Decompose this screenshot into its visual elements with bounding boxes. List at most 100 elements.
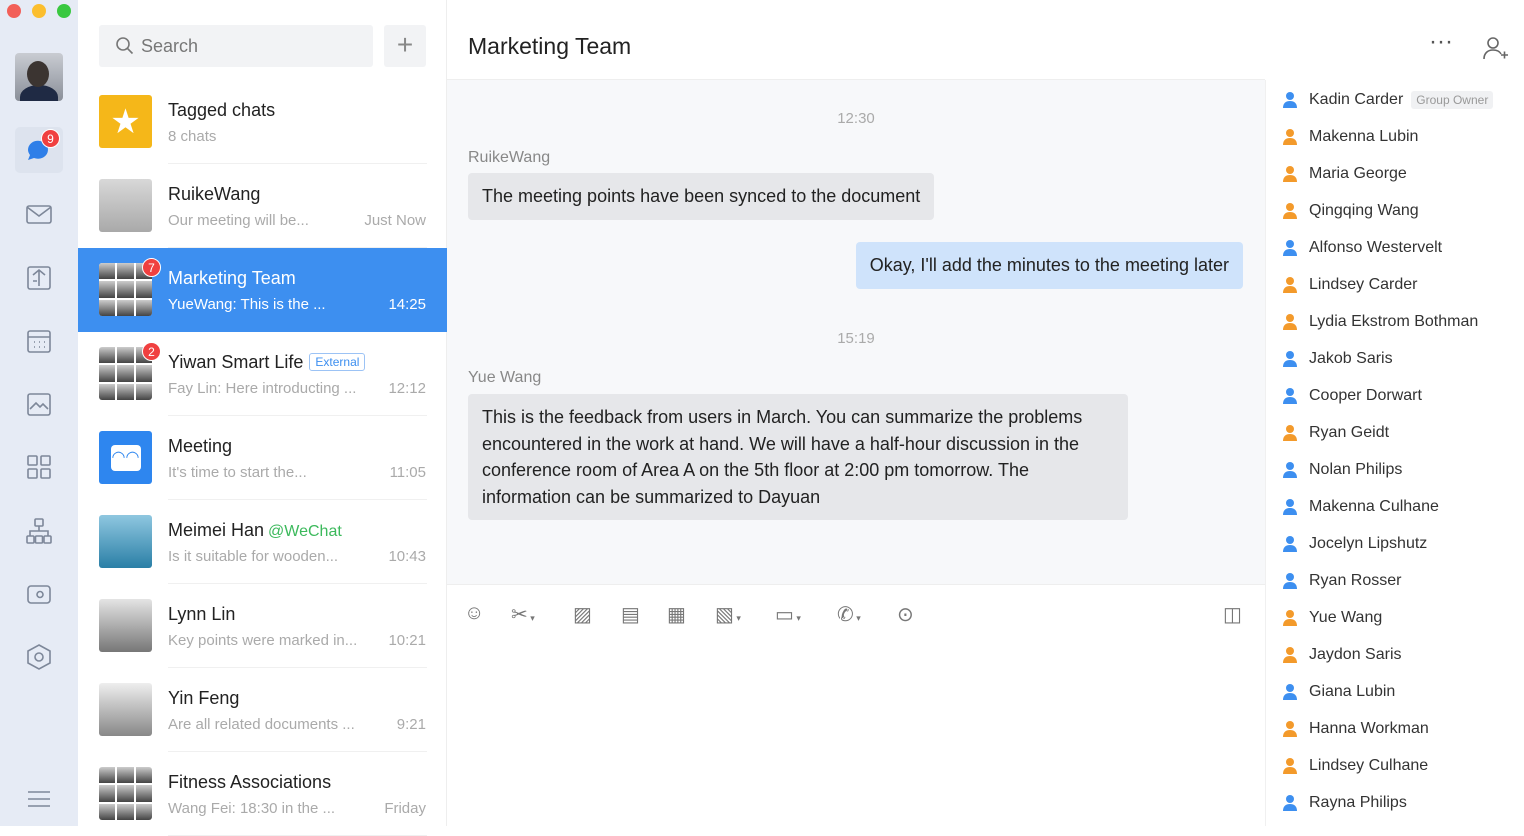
docs-icon	[27, 266, 51, 290]
member-name: Alfonso Westervelt	[1309, 238, 1443, 256]
history-icon[interactable]: ◫	[1223, 602, 1242, 627]
chat-preview: Is it suitable for wooden...	[168, 548, 339, 565]
chat-list-item[interactable]: 7 Marketing Team YueWang: This is the ... 1…	[78, 248, 447, 332]
wechat-tag: @WeChat	[268, 523, 342, 540]
message-bubble-mine[interactable]: Okay, I'll add the minutes to the meetin…	[855, 242, 1243, 289]
message-sender: RuikeWang	[468, 149, 551, 166]
rail-calendar[interactable]	[15, 318, 63, 364]
chat-list-item[interactable]: Fitness Associations Wang Fei: 18:30 in t…	[78, 752, 447, 836]
rail-org[interactable]	[15, 508, 63, 554]
member-item[interactable]: Rayna Philips	[1266, 784, 1524, 821]
member-item[interactable]: Giana Lubin	[1266, 673, 1524, 710]
member-name: Ryan Rosser	[1309, 571, 1402, 589]
image-icon[interactable]: ▨	[573, 602, 592, 627]
member-name: Jaydon Saris	[1309, 645, 1402, 663]
member-name: Hanna Workman	[1309, 719, 1429, 737]
person-icon	[1283, 276, 1297, 293]
member-item[interactable]: Qingqing Wang	[1266, 192, 1524, 229]
person-icon	[1283, 165, 1297, 182]
message-bubble[interactable]: This is the feedback from users in March…	[468, 394, 1128, 520]
rail-docs[interactable]	[15, 255, 63, 301]
member-name: Cooper Dorwart	[1309, 386, 1422, 404]
window-controls	[7, 4, 71, 18]
member-item[interactable]: Ryan Rosser	[1266, 562, 1524, 599]
member-item[interactable]: Jaydon Saris	[1266, 636, 1524, 673]
person-icon	[1283, 350, 1297, 367]
rail-mail[interactable]	[15, 191, 63, 237]
apps-icon	[27, 455, 51, 479]
chat-time: 11:05	[389, 464, 426, 481]
member-item[interactable]: Nolan Philips	[1266, 451, 1524, 488]
phone-icon[interactable]: ✆ ▾	[837, 602, 861, 627]
chat-name: Marketing Team	[168, 268, 296, 289]
group-owner-badge: Group Owner	[1411, 90, 1494, 109]
person-icon	[1283, 91, 1297, 108]
chat-name-text: Lynn Lin	[168, 604, 236, 624]
add-member-icon[interactable]	[1481, 34, 1509, 62]
rail-video[interactable]	[15, 571, 63, 617]
person-icon	[1283, 424, 1297, 441]
chat-list-item[interactable]: ◠◠ Meeting It's time to start the... 11:05	[78, 416, 447, 500]
member-item[interactable]: Lydia Ekstrom Bothman	[1266, 303, 1524, 340]
chat-list-item[interactable]: ★ Tagged chats 8 chats	[78, 80, 447, 164]
timestamp: 12:30	[837, 110, 875, 127]
rail-workplace[interactable]	[15, 634, 63, 680]
chat-time: 10:21	[388, 632, 426, 649]
message-input[interactable]	[447, 640, 1265, 826]
member-item[interactable]: Makenna Lubin	[1266, 118, 1524, 155]
close-window-button[interactable]	[7, 4, 21, 18]
member-item[interactable]: Yue Wang	[1266, 599, 1524, 636]
minimize-window-button[interactable]	[32, 4, 46, 18]
emoji-icon[interactable]: ☺	[464, 602, 484, 625]
folder-icon[interactable]: ▭ ▾	[775, 602, 801, 627]
chat-list-item[interactable]: Lynn Lin Key points were marked in... 10:2…	[78, 584, 447, 668]
document-icon[interactable]: ▤	[621, 602, 640, 627]
member-item[interactable]: Maria George	[1266, 155, 1524, 192]
rail-photos[interactable]	[15, 381, 63, 427]
member-item[interactable]: Makenna Culhane	[1266, 488, 1524, 525]
person-icon	[1283, 128, 1297, 145]
maximize-window-button[interactable]	[57, 4, 71, 18]
member-item[interactable]: Jocelyn Lipshutz	[1266, 525, 1524, 562]
chat-name: Yin Feng	[168, 688, 239, 709]
member-item[interactable]: Lindsey Culhane	[1266, 747, 1524, 784]
photo-album-icon[interactable]: ▧ ▾	[715, 602, 741, 627]
member-item[interactable]: Ryan Geidt	[1266, 414, 1524, 451]
chat-list-item[interactable]: 2 Yiwan Smart Life External Fay Lin: Here i…	[78, 332, 447, 416]
rail-menu[interactable]	[15, 776, 63, 822]
chat-avatar	[99, 515, 152, 568]
member-item[interactable]: Cooper Dorwart	[1266, 377, 1524, 414]
more-options-icon[interactable]: ···	[1429, 28, 1453, 56]
search-input[interactable]: Search	[99, 25, 373, 67]
rail-apps[interactable]	[15, 444, 63, 490]
chat-avatar	[99, 179, 152, 232]
message-bubble[interactable]: The meeting points have been synced to t…	[468, 173, 935, 220]
chat-list-item[interactable]: Yin Feng Are all related documents ... 9:2…	[78, 668, 447, 752]
member-name: Jocelyn Lipshutz	[1309, 534, 1428, 552]
chat-list-item[interactable]: Meimei Han @WeChat Is it suitable for wood…	[78, 500, 447, 584]
conversation: Marketing Team ··· 12:30 RuikeWang The m…	[447, 0, 1508, 826]
calendar-icon[interactable]: ▦	[667, 602, 686, 627]
chat-preview: Fay Lin: Here introducting ...	[168, 380, 357, 397]
rail-chat[interactable]: 9	[15, 127, 63, 173]
member-item[interactable]: Lindsey Carder	[1266, 266, 1524, 303]
member-name: Qingqing Wang	[1309, 201, 1419, 219]
chat-time: 9:21	[396, 716, 426, 733]
calendar-icon	[27, 330, 51, 353]
add-chat-button[interactable]: +	[384, 25, 426, 67]
chat-preview: Wang Fei: 18:30 in the ...	[168, 800, 336, 817]
chat-name: RuikeWang	[168, 184, 260, 205]
member-item[interactable]: Jakob Saris	[1266, 340, 1524, 377]
scissors-icon[interactable]: ✂ ▾	[511, 602, 535, 627]
chat-name: Yiwan Smart Life External	[168, 352, 366, 373]
more-icon[interactable]: ⊙	[897, 602, 914, 627]
member-name: Lydia Ekstrom Bothman	[1309, 312, 1479, 330]
member-item[interactable]: Hanna Workman	[1266, 710, 1524, 747]
chat-name-text: Yin Feng	[168, 688, 240, 708]
member-item[interactable]: Kadin Carder Group Owner	[1266, 81, 1524, 118]
video-icon	[27, 585, 51, 604]
chat-list-item[interactable]: RuikeWang Our meeting will be... Just Now	[78, 164, 447, 248]
member-item[interactable]: Alfonso Westervelt	[1266, 229, 1524, 266]
member-name: Yue Wang	[1309, 608, 1383, 626]
user-avatar[interactable]	[15, 53, 63, 101]
